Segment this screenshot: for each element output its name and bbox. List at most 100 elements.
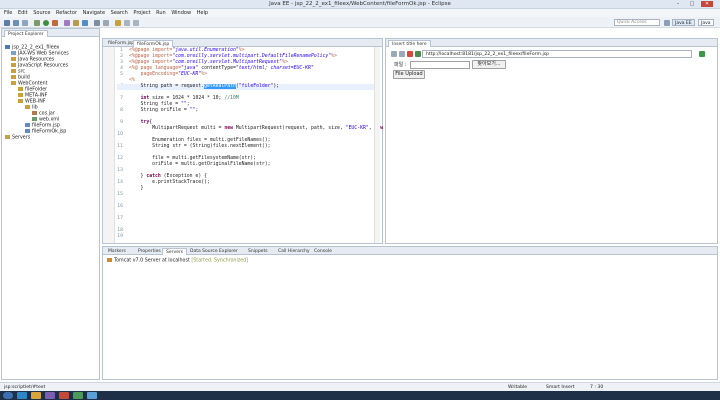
window-title: Java EE - jsp_22_2_ex1_fileex/WebContent… bbox=[269, 1, 451, 7]
code-line[interactable]: oriFile = multi.getOriginalFileName(str)… bbox=[129, 162, 270, 168]
minimize-button[interactable]: – bbox=[672, 1, 684, 7]
tab-properties[interactable]: Properties bbox=[135, 248, 164, 255]
line-number: 14 bbox=[117, 180, 123, 185]
line-number: 7 bbox=[120, 96, 123, 101]
line-number: 11 bbox=[117, 144, 123, 149]
maximize-button[interactable]: □ bbox=[686, 1, 698, 7]
file-label: 파일 : bbox=[394, 62, 407, 68]
server-row[interactable]: Tomcat v7.0 Server at localhost [Started… bbox=[107, 258, 248, 264]
external-tools-icon[interactable] bbox=[52, 20, 58, 26]
browse-button[interactable]: 찾아보기... bbox=[472, 60, 506, 69]
main-toolbar: Quick Access Java EE Java bbox=[0, 17, 720, 28]
menu-source[interactable]: Source bbox=[33, 9, 50, 17]
line-number: 13 bbox=[117, 168, 123, 173]
tomcat-server-icon bbox=[107, 258, 112, 262]
code-line[interactable]: pageEncoding="EUC-KR"%> bbox=[129, 72, 207, 78]
menu-edit[interactable]: Edit bbox=[18, 9, 28, 17]
menu-project[interactable]: Project bbox=[133, 9, 150, 17]
tab-snippets[interactable]: Snippets bbox=[245, 248, 271, 255]
forward-icon[interactable] bbox=[399, 51, 405, 57]
tab-console[interactable]: Console bbox=[311, 248, 335, 255]
menu-refactor[interactable]: Refactor bbox=[56, 9, 77, 17]
app-taskbar-icon[interactable] bbox=[59, 392, 69, 399]
save-all-icon[interactable] bbox=[22, 20, 28, 26]
folder-icon bbox=[11, 81, 16, 85]
quick-access-input[interactable]: Quick Access bbox=[614, 19, 660, 26]
status-insert-mode: Smart Insert bbox=[546, 385, 575, 390]
explorer-tab-bar: Project Explorer bbox=[2, 29, 99, 37]
line-number: 10 bbox=[117, 132, 123, 137]
menu-help[interactable]: Help bbox=[197, 9, 208, 17]
menu-search[interactable]: Search bbox=[111, 9, 128, 17]
stop-icon[interactable] bbox=[407, 51, 413, 57]
menu-navigate[interactable]: Navigate bbox=[83, 9, 105, 17]
tab-insert-title-here[interactable]: Insert title here bbox=[388, 40, 431, 47]
perspective-java[interactable]: Java bbox=[698, 19, 714, 26]
line-number: 8 bbox=[120, 108, 123, 113]
editor-vertical-scrollbar[interactable] bbox=[374, 47, 380, 243]
menu-run[interactable]: Run bbox=[156, 9, 166, 17]
code-line[interactable]: String oriFile = ""; bbox=[129, 108, 199, 114]
line-number: 12 bbox=[117, 156, 123, 161]
file-upload-button[interactable]: File Upload bbox=[393, 70, 425, 79]
debug-icon[interactable] bbox=[34, 20, 40, 26]
tab-fileformok-jsp[interactable]: fileFormOk.jsp bbox=[133, 40, 174, 47]
code-line[interactable]: } bbox=[129, 186, 144, 192]
folder-icon bbox=[18, 93, 23, 97]
code-editor: fileForm.jsp fileFormOk.jsp 1 2 3 4 5 6 … bbox=[102, 38, 383, 244]
start-icon[interactable] bbox=[3, 392, 13, 399]
line-number: 15 bbox=[117, 192, 123, 197]
tab-markers[interactable]: Markers bbox=[105, 248, 129, 255]
editor-gutter bbox=[103, 47, 115, 243]
app-taskbar-icon[interactable] bbox=[87, 392, 97, 399]
url-input[interactable]: http://localhost:8181/jsp_22_2_ex1_filee… bbox=[422, 50, 692, 58]
project-explorer: Project Explorer jsp_22_2_ex1_fileex JAX… bbox=[1, 28, 100, 380]
ie-taskbar-icon[interactable] bbox=[17, 392, 27, 399]
search-icon[interactable] bbox=[103, 20, 109, 26]
folder-icon bbox=[25, 105, 30, 109]
tab-call-hierarchy[interactable]: Call Hierarchy bbox=[275, 248, 313, 255]
new-java-project-icon[interactable] bbox=[64, 20, 70, 26]
save-icon[interactable] bbox=[13, 20, 19, 26]
new-icon[interactable] bbox=[4, 20, 10, 26]
back-icon[interactable] bbox=[391, 51, 397, 57]
open-type-icon[interactable] bbox=[94, 20, 100, 26]
refresh-icon[interactable] bbox=[415, 51, 421, 57]
tab-project-explorer[interactable]: Project Explorer bbox=[4, 30, 48, 37]
code-line[interactable]: MultipartRequest multi = new MultipartRe… bbox=[129, 126, 383, 132]
perspective-java-ee[interactable]: Java EE bbox=[672, 19, 695, 26]
tree-servers[interactable]: Servers bbox=[5, 135, 30, 142]
folder-icon bbox=[11, 69, 16, 73]
forward-icon[interactable] bbox=[133, 20, 139, 26]
webservice-icon bbox=[11, 51, 16, 55]
project-icon bbox=[5, 45, 10, 49]
title-bar: Java EE - jsp_22_2_ex1_fileex/WebContent… bbox=[0, 0, 720, 9]
tab-servers[interactable]: Servers bbox=[162, 248, 188, 255]
new-package-icon[interactable] bbox=[73, 20, 79, 26]
app-taskbar-icon[interactable] bbox=[73, 392, 83, 399]
current-code-line[interactable]: String path = request.getRealPath("fileF… bbox=[117, 84, 380, 90]
line-number: 5 bbox=[120, 72, 123, 77]
explorer-taskbar-icon[interactable] bbox=[31, 392, 41, 399]
close-button[interactable]: ✕ bbox=[701, 1, 713, 7]
line-number: 17 bbox=[117, 216, 123, 221]
line-number: 16 bbox=[117, 204, 123, 209]
file-path-field[interactable] bbox=[410, 61, 470, 69]
code-line[interactable]: String str = (String)files.nextElement()… bbox=[129, 144, 270, 150]
folder-icon bbox=[5, 135, 10, 139]
annotation-icon[interactable] bbox=[115, 20, 121, 26]
go-icon[interactable] bbox=[699, 51, 705, 57]
folder-icon bbox=[18, 87, 23, 91]
menu-file[interactable]: File bbox=[4, 9, 12, 17]
run-icon[interactable] bbox=[43, 20, 49, 26]
new-class-icon[interactable] bbox=[82, 20, 88, 26]
status-writable: Writable bbox=[508, 385, 528, 390]
tree-fileformok-jsp[interactable]: fileFormOk.jsp bbox=[25, 129, 66, 136]
eclipse-taskbar-icon[interactable] bbox=[45, 392, 55, 399]
status-path: jsp:scriptlet/#text bbox=[4, 385, 46, 390]
back-icon[interactable] bbox=[124, 20, 130, 26]
menu-window[interactable]: Window bbox=[171, 9, 191, 17]
open-perspective-icon[interactable] bbox=[664, 20, 670, 26]
folder-icon bbox=[11, 63, 16, 67]
tab-data-source-explorer[interactable]: Data Source Explorer bbox=[187, 248, 241, 255]
